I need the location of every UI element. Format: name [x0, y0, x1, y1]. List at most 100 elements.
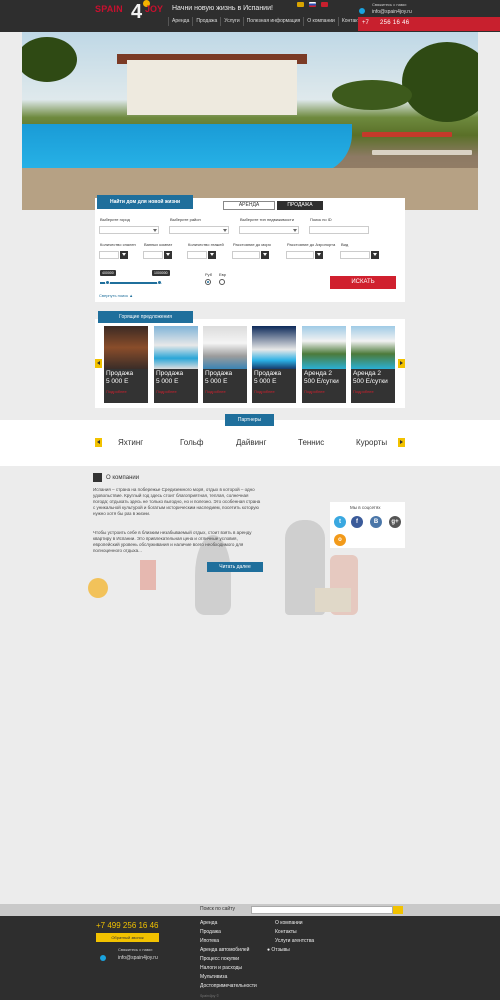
distance-sea-dropdown-button[interactable] [261, 251, 269, 259]
search-icon[interactable] [393, 906, 403, 914]
offer-card-image [302, 326, 346, 369]
view-dropdown-button[interactable] [371, 251, 379, 259]
footer-link-rent[interactable]: Аренда [200, 920, 217, 926]
distance-airport-select[interactable] [286, 251, 314, 259]
nav-item-rent[interactable]: Аренда [168, 17, 192, 26]
footer-phone[interactable]: +7 499 256 16 46 [96, 921, 159, 930]
nav-item-services[interactable]: Услуги [220, 17, 242, 26]
price-min-tag: 400000 [100, 270, 116, 276]
partner-resorts[interactable]: Курорты [356, 438, 387, 447]
callback-button[interactable]: Обратный звонок [96, 933, 159, 942]
google-plus-icon[interactable]: g+ [389, 516, 401, 528]
partner-yachting[interactable]: Яхтинг [118, 438, 143, 447]
distance-sea-label: Расстояние до моря [233, 242, 271, 247]
footer-link-sale[interactable]: Продажа [200, 929, 221, 935]
flag-ru-icon[interactable] [309, 2, 316, 7]
district-select[interactable] [169, 226, 229, 234]
view-select[interactable] [340, 251, 370, 259]
sun-illustration-icon [88, 578, 108, 598]
header-email[interactable]: info@spain4joy.ru [372, 9, 412, 15]
offer-card[interactable]: Аренда 2 500 Е/сутки Подробнее [302, 326, 346, 403]
offer-type: Продажа [106, 370, 134, 377]
tab-rent[interactable]: АРЕНДА [223, 201, 275, 210]
price-min-handle[interactable] [105, 280, 110, 285]
offer-details-link[interactable]: Подробнее [156, 389, 177, 394]
footer-link-taxes[interactable]: Налоги и расходы [200, 965, 242, 971]
partner-diving[interactable]: Дайвинг [236, 438, 266, 447]
footer-link-mortgage[interactable]: Ипотека [200, 938, 219, 944]
offer-details-link[interactable]: Подробнее [205, 389, 226, 394]
reviews-link[interactable]: ● Отзывы [267, 947, 290, 953]
bedrooms-dropdown-button[interactable] [120, 251, 128, 259]
nav-item-info[interactable]: Полезная информация [242, 17, 304, 26]
search-title: Найти дом для новой жизни [97, 195, 193, 209]
nav-item-about[interactable]: О компании [303, 17, 338, 26]
offer-card[interactable]: Аренда 2 500 Е/сутки Подробнее [351, 326, 395, 403]
partners-next-arrow-icon[interactable] [398, 438, 405, 447]
logo[interactable]: SPAIN 4 JOY [95, 0, 165, 25]
bathrooms-select[interactable] [143, 251, 163, 259]
floors-label: Количество этажей [188, 242, 224, 247]
footer-link-about[interactable]: О компании [275, 920, 303, 926]
footer-contact-label: Свяжитесь с нами: [118, 947, 153, 952]
collapse-search-label: Свернуть поиск [99, 293, 129, 298]
floors-select[interactable] [187, 251, 207, 259]
footer-search-input[interactable] [251, 906, 393, 914]
partners-prev-arrow-icon[interactable] [95, 438, 102, 447]
search-id-label: Поиск по ID [310, 217, 332, 222]
footer-email[interactable]: info@spain4joy.ru [118, 955, 158, 961]
currency-eur-radio[interactable] [219, 279, 225, 285]
chevron-up-icon: ▲ [129, 293, 134, 298]
footer-link-car-rental[interactable]: Аренда автомобилей [200, 947, 249, 953]
skype-icon[interactable] [100, 955, 106, 961]
search-button[interactable]: ИСКАТЬ [330, 276, 396, 289]
skype-icon[interactable] [359, 8, 365, 14]
offer-details-link[interactable]: Подробнее [353, 389, 374, 394]
view-label: Вид [341, 242, 349, 247]
collapse-search-link[interactable]: Свернуть поиск ▲ [99, 293, 133, 298]
price-max-handle[interactable] [157, 280, 162, 285]
currency-eur-label: Евр [219, 272, 227, 277]
facebook-icon[interactable]: f [351, 516, 363, 528]
nav-item-sale[interactable]: Продажа [192, 17, 220, 26]
offer-details-link[interactable]: Подробнее [254, 389, 275, 394]
footer-link-sights[interactable]: Достопримечательности [200, 983, 257, 989]
offer-card[interactable]: Продажа 5 000 Е Подробнее [104, 326, 148, 403]
bathrooms-label: Ванных комнат [144, 242, 173, 247]
bathrooms-dropdown-button[interactable] [164, 251, 172, 259]
partner-golf[interactable]: Гольф [180, 438, 204, 447]
currency-rub-radio[interactable] [205, 279, 211, 285]
offer-card[interactable]: Продажа 5 000 Е Подробнее [252, 326, 296, 403]
flag-en-icon[interactable] [321, 2, 328, 7]
offer-card[interactable]: Продажа 5 000 Е Подробнее [203, 326, 247, 403]
flag-es-icon[interactable] [297, 2, 304, 7]
offer-price: 5 000 Е [205, 378, 228, 385]
offer-price: 5 000 Е [254, 378, 277, 385]
property-type-select[interactable] [239, 226, 299, 234]
footer-link-purchase-process[interactable]: Процесс покупки [200, 956, 239, 962]
floors-dropdown-button[interactable] [208, 251, 216, 259]
twitter-icon[interactable]: t [334, 516, 346, 528]
footer-link-multivisa[interactable]: Мультивиза [200, 974, 227, 980]
footer-link-agency-services[interactable]: Услуги агентства [275, 938, 314, 944]
offer-card[interactable]: Продажа 5 000 Е Подробнее [154, 326, 198, 403]
offers-prev-arrow-icon[interactable] [95, 359, 102, 368]
read-more-button[interactable]: Читать далее [207, 562, 263, 572]
offer-details-link[interactable]: Подробнее [304, 389, 325, 394]
hero-image [22, 32, 478, 210]
phone-number[interactable]: 256 16 46 [380, 20, 409, 26]
partner-tennis[interactable]: Теннис [298, 438, 324, 447]
offer-card-image [154, 326, 198, 369]
offer-details-link[interactable]: Подробнее [106, 389, 127, 394]
footer-link-contacts[interactable]: Контакты [275, 929, 297, 935]
offers-next-arrow-icon[interactable] [398, 359, 405, 368]
tab-sale[interactable]: ПРОДАЖА [277, 201, 323, 210]
distance-airport-dropdown-button[interactable] [315, 251, 323, 259]
distance-sea-select[interactable] [232, 251, 260, 259]
language-flags [297, 2, 328, 7]
city-select[interactable] [99, 226, 159, 234]
bedrooms-select[interactable] [99, 251, 119, 259]
odnoklassniki-icon[interactable]: о [334, 534, 346, 546]
vkontakte-icon[interactable]: В [370, 516, 382, 528]
search-id-input[interactable] [309, 226, 369, 234]
